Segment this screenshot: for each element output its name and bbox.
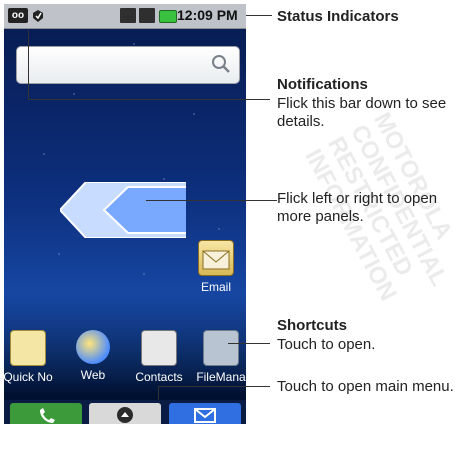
- signal-icon: [139, 8, 155, 23]
- status-time: 12:09 PM: [177, 7, 238, 23]
- shortcuts-body: Touch to open.: [277, 336, 376, 353]
- dock: [4, 400, 246, 424]
- shortcut-label: Contacts: [135, 370, 183, 384]
- notepad-icon: [10, 330, 46, 366]
- notifications-body: Flick this bar down to see details.: [277, 95, 447, 130]
- panels-body: Flick left or right to open more panels.: [277, 190, 438, 225]
- contacts-icon: [141, 330, 177, 366]
- signal-icon: [120, 8, 136, 23]
- callout-line-menu: [158, 386, 270, 387]
- phone-button[interactable]: [10, 403, 82, 424]
- shortcut-web[interactable]: Web: [63, 330, 123, 382]
- callout-line-shortcuts: [228, 343, 270, 344]
- voicemail-icon: oo: [8, 8, 28, 23]
- shortcuts-title: Shortcuts: [277, 317, 348, 334]
- phone-icon: [40, 408, 55, 423]
- notifications-title: Notifications: [277, 76, 368, 93]
- battery-icon: [159, 10, 177, 23]
- mail-icon: [194, 408, 216, 423]
- browser-icon: [76, 330, 110, 364]
- shortcut-label: Web: [80, 368, 106, 382]
- callout-line-menu-v: [158, 386, 159, 400]
- mail-button[interactable]: [169, 403, 241, 424]
- search-widget[interactable]: [16, 46, 240, 84]
- main-menu-button[interactable]: [89, 403, 161, 424]
- shortcut-quick-notes[interactable]: Quick No: [4, 330, 58, 384]
- alert-icon: [31, 8, 44, 23]
- callout-line-notifications-v: [28, 30, 29, 100]
- shortcut-label: Quick No: [4, 370, 53, 384]
- shortcut-contacts[interactable]: Contacts: [129, 330, 189, 384]
- callout-line-status: [246, 15, 272, 16]
- callout-line-notifications: [28, 99, 270, 100]
- callout-line-panels: [146, 200, 277, 201]
- search-icon: [212, 55, 230, 73]
- status-indicators-label: Status Indicators: [277, 8, 399, 25]
- status-bar[interactable]: oo 12:09 PM: [4, 4, 246, 29]
- menu-icon: [117, 407, 133, 423]
- menu-body: Touch to open main menu.: [277, 378, 454, 395]
